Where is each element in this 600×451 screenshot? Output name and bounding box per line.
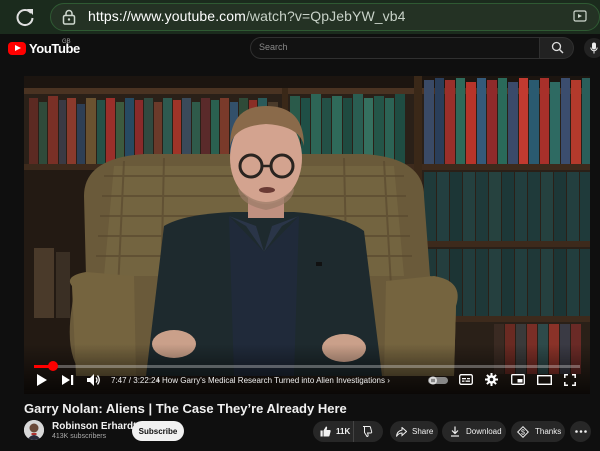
dislike-button[interactable] [354, 426, 373, 437]
subscriber-count: 413K subscribers [52, 433, 107, 440]
search-icon [551, 41, 564, 54]
cast-icon[interactable] [573, 10, 587, 23]
like-count: 11K [336, 427, 351, 436]
miniplayer-icon[interactable] [511, 374, 525, 385]
thanks-button[interactable]: $ Thanks [511, 421, 565, 442]
download-icon [451, 426, 459, 437]
share-icon [396, 426, 407, 437]
voice-search-button[interactable] [584, 38, 600, 58]
time-display: 7:47 / 3:22:24 [111, 376, 160, 385]
share-label: Share [412, 427, 434, 436]
autoplay-toggle-icon[interactable] [428, 376, 448, 385]
current-time: 7:47 [111, 376, 127, 385]
controls-gradient [24, 344, 590, 394]
youtube-play-logo-icon [8, 41, 26, 55]
mic-icon [590, 42, 598, 54]
subscribe-button[interactable]: Subscribe [132, 421, 184, 441]
next-icon[interactable] [62, 375, 74, 385]
url-path: /watch?v=QpJebYW_vb4 [245, 8, 406, 24]
channel-name[interactable]: Robinson Erhardt [52, 421, 136, 432]
svg-text:$: $ [521, 429, 525, 436]
share-button[interactable]: Share [390, 421, 438, 442]
progress-bar[interactable] [34, 361, 580, 371]
country-code: GB [62, 39, 71, 45]
search-input[interactable] [250, 37, 540, 59]
reload-icon[interactable] [14, 6, 36, 28]
chapter-title[interactable]: • How Garry's Medical Research Turned in… [157, 376, 390, 385]
download-button[interactable]: Download [442, 421, 506, 442]
thanks-label: Thanks [535, 427, 562, 436]
avatar-image [24, 420, 44, 440]
theater-mode-icon[interactable] [537, 375, 552, 385]
search-placeholder: Search [259, 42, 288, 52]
download-label: Download [466, 427, 502, 436]
thumbs-down-icon [363, 426, 373, 437]
fullscreen-icon[interactable] [564, 374, 576, 386]
like-button[interactable]: 11K [313, 421, 354, 442]
lock-icon[interactable] [62, 9, 76, 25]
settings-gear-icon[interactable] [485, 373, 498, 386]
like-dislike-group: 11K [313, 421, 383, 442]
play-icon[interactable] [36, 374, 48, 386]
url-host: https://www.youtube.com [88, 8, 246, 24]
video-player[interactable]: 7:47 / 3:22:24 • How Garry's Medical Res… [24, 76, 590, 394]
more-horizontal-icon [574, 430, 587, 433]
thumbs-up-icon [320, 426, 331, 437]
channel-avatar[interactable] [24, 420, 44, 440]
volume-icon[interactable] [87, 374, 101, 386]
video-title: Garry Nolan: Aliens | The Case They’re A… [24, 401, 347, 416]
chapter-label: How Garry's Medical Research Turned into… [162, 376, 385, 385]
logo-text: YouTube [29, 40, 80, 56]
duration: 3:22:24 [133, 376, 160, 385]
subtitles-icon[interactable] [459, 374, 473, 385]
thanks-icon: $ [517, 425, 529, 438]
more-actions-button[interactable] [570, 421, 591, 442]
url-text[interactable]: https://www.youtube.com/watch?v=QpJebYW_… [88, 8, 406, 24]
